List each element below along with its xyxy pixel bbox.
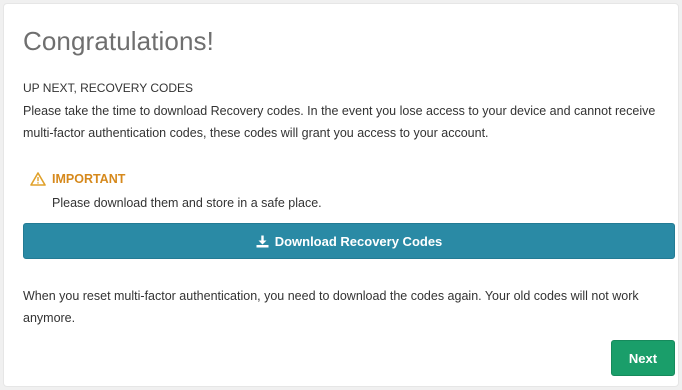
instructions-paragraph: Please take the time to download Recover… [23,104,656,140]
download-recovery-codes-button[interactable]: Download Recovery Codes [23,223,675,259]
page-title: Congratulations! [23,26,214,56]
important-heading: IMPORTANT [30,172,125,186]
section-subheading: UP NEXT, RECOVERY CODES [23,81,194,95]
download-icon [256,235,269,248]
reset-note: When you reset multi-factor authenticati… [23,289,639,325]
important-text: Please download them and store in a safe… [52,196,322,210]
recovery-codes-card: Congratulations! UP NEXT, RECOVERY CODES… [3,3,679,387]
warning-icon [30,172,46,186]
next-button[interactable]: Next [611,340,675,376]
download-button-label: Download Recovery Codes [274,233,443,249]
important-label: IMPORTANT [52,172,126,186]
